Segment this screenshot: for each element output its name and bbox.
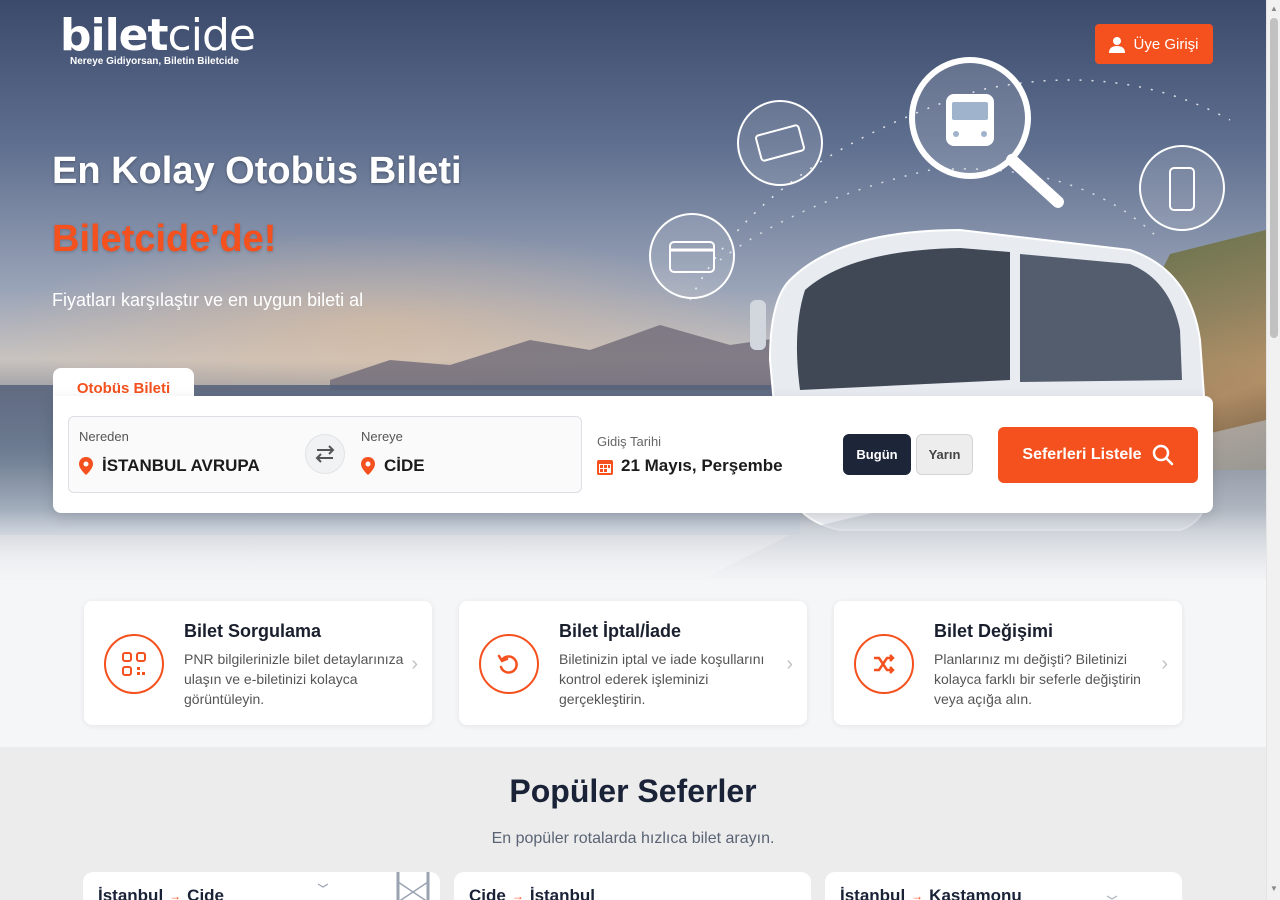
arrow-right-icon: →: [911, 889, 924, 900]
user-icon: [1109, 36, 1126, 53]
chevron-right-icon: ›: [786, 653, 793, 675]
arrow-right-icon: →: [511, 889, 524, 900]
service-description: Planlarınız mı değişti? Biletinizi kolay…: [934, 651, 1141, 707]
payment-card-icon: [649, 213, 735, 299]
hero-title: En Kolay Otobüs Bileti: [52, 150, 462, 192]
route-card[interactable]: Cide → İstanbul: [454, 872, 811, 900]
service-description: PNR bilgilerinizle bilet detaylarınıza u…: [184, 651, 404, 707]
hero-accent-title: Biletcide'de!: [52, 218, 277, 260]
member-login-button[interactable]: Üye Girişi: [1095, 24, 1213, 64]
qr-code-icon: [122, 652, 146, 676]
undo-icon: [497, 654, 518, 674]
scrollbar-thumb[interactable]: [1270, 18, 1278, 338]
to-value: CİDE: [384, 456, 425, 475]
location-pin-icon: [79, 457, 93, 475]
swap-route-button[interactable]: [305, 434, 345, 474]
today-button[interactable]: Bugün: [843, 434, 911, 475]
route-from: Cide: [469, 886, 506, 900]
logo-tagline: Nereye Gidiyorsan, Biletin Biletcide: [70, 56, 239, 67]
scroll-up-arrow-icon[interactable]: ▲: [1270, 4, 1278, 13]
route-label: İstanbul → Cide: [98, 886, 224, 900]
search-icon: [1152, 444, 1173, 466]
ticket-icon: [737, 100, 823, 186]
service-title: Bilet Değişimi: [934, 621, 1054, 641]
tomorrow-button[interactable]: Yarın: [916, 434, 973, 475]
route-from: İstanbul: [98, 886, 164, 900]
services-section: Bilet Sorgulama PNR bilgilerinizle bilet…: [0, 580, 1266, 747]
hero-subtitle: Fiyatları karşılaştır ve en uygun bileti…: [52, 290, 364, 310]
arrow-right-icon: →: [169, 889, 182, 900]
route-card[interactable]: İstanbul → Kastamonu: [825, 872, 1182, 900]
route-from: İstanbul: [840, 886, 906, 900]
route-to: İstanbul: [529, 886, 596, 900]
scroll-down-arrow-icon[interactable]: ▼: [1270, 884, 1278, 893]
swap-arrows-icon: [315, 445, 335, 463]
service-title: Bilet Sorgulama: [184, 621, 322, 641]
service-card-ticket-change[interactable]: Bilet Değişimi Planlarınız mı değişti? B…: [834, 601, 1182, 725]
from-value: İSTANBUL AVRUPA: [102, 456, 260, 475]
list-trips-button[interactable]: Seferleri Listele: [998, 427, 1198, 483]
service-card-ticket-query[interactable]: Bilet Sorgulama PNR bilgilerinizle bilet…: [84, 601, 432, 725]
service-icon-wrap: [854, 634, 914, 694]
list-trips-label: Seferleri Listele: [1022, 446, 1142, 463]
to-field[interactable]: CİDE: [361, 456, 425, 476]
date-value: 21 Mayıs, Perşembe: [621, 456, 783, 475]
service-title: Bilet İptal/İade: [559, 621, 682, 641]
service-icon-wrap: [479, 634, 539, 694]
search-panel: Nereden İSTANBUL AVRUPA Nereye CİDE Gidi…: [53, 396, 1213, 513]
location-pin-icon: [361, 457, 375, 475]
shuffle-icon: [874, 654, 895, 674]
date-field[interactable]: 21 Mayıs, Perşembe: [597, 456, 783, 476]
to-label: Nereye: [361, 429, 403, 444]
route-to: Cide: [187, 886, 225, 900]
chevron-right-icon: ›: [411, 653, 418, 675]
chevron-right-icon: ›: [1161, 653, 1168, 675]
service-description: Biletinizin iptal ve iade koşullarını ko…: [559, 651, 765, 707]
from-field[interactable]: İSTANBUL AVRUPA: [79, 456, 260, 476]
hero-bottom-fade: [0, 510, 1266, 580]
hero-banner: biletcide Nereye Gidiyorsan, Biletin Bil…: [0, 0, 1266, 580]
from-label: Nereden: [79, 429, 129, 444]
popular-subtitle: En popüler rotalarda hızlıca bilet arayı…: [491, 830, 775, 847]
service-card-ticket-cancel[interactable]: Bilet İptal/İade Biletinizin iptal ve ia…: [459, 601, 807, 725]
logo-wordmark: biletcide: [60, 10, 256, 61]
mobile-phone-icon: [1139, 145, 1225, 231]
route-label: Cide → İstanbul: [469, 886, 595, 900]
route-label: İstanbul → Kastamonu: [840, 886, 1022, 900]
route-selector: Nereden İSTANBUL AVRUPA Nereye CİDE: [68, 416, 582, 493]
member-login-label: Üye Girişi: [1133, 35, 1199, 53]
page-scrollbar[interactable]: ▲ ▼: [1266, 0, 1280, 900]
popular-routes-section: Popüler Seferler En popüler rotalarda hı…: [0, 747, 1266, 900]
site-logo[interactable]: biletcide Nereye Gidiyorsan, Biletin Bil…: [60, 10, 256, 68]
route-to: Kastamonu: [929, 886, 1022, 900]
popular-title: Popüler Seferler: [509, 773, 757, 809]
route-card[interactable]: İstanbul → Cide: [83, 872, 440, 900]
date-label: Gidiş Tarihi: [597, 434, 662, 449]
service-icon-wrap: [104, 634, 164, 694]
bus-search-icon: [909, 57, 1064, 208]
calendar-icon: [597, 459, 613, 475]
